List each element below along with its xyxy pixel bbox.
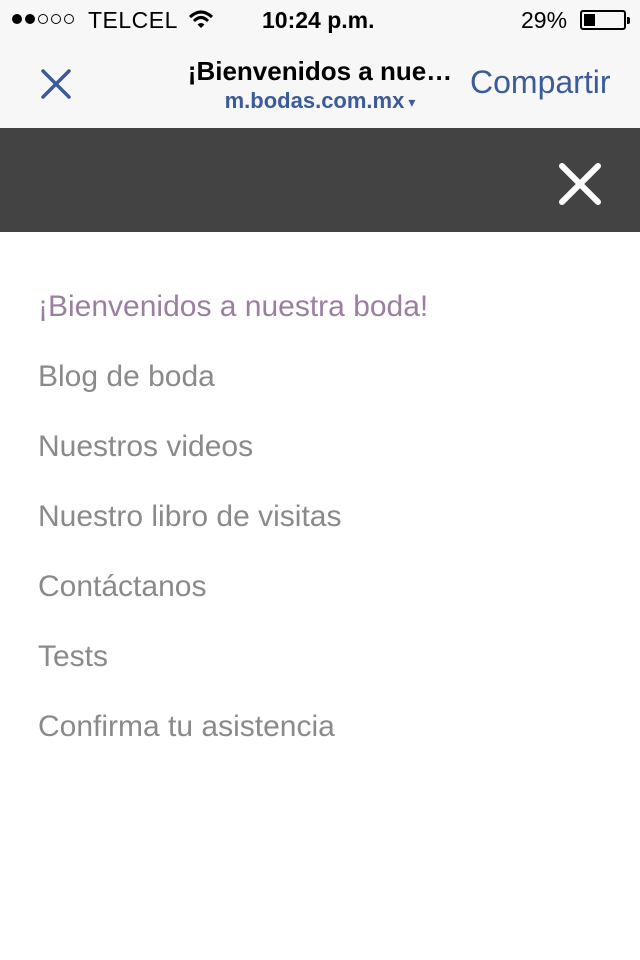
menu-item-blog[interactable]: Blog de boda: [38, 356, 428, 426]
share-button[interactable]: Compartir: [470, 64, 610, 101]
signal-dot: [38, 14, 48, 24]
browser-close-icon[interactable]: [36, 64, 76, 104]
chevron-down-icon: ▾: [408, 93, 416, 110]
battery-icon: [580, 10, 630, 30]
signal-strength-icon: [12, 14, 74, 24]
signal-dot: [25, 14, 35, 24]
browser-header: ¡Bienvenidos a nue… m.bodas.com.mx ▾ Comp…: [0, 40, 640, 128]
page-title: ¡Bienvenidos a nue…: [187, 56, 453, 86]
page-domain[interactable]: m.bodas.com.mx ▾: [160, 88, 480, 114]
menu-item-tests[interactable]: Tests: [38, 636, 428, 706]
menu-item-confirma[interactable]: Confirma tu asistencia: [38, 706, 428, 776]
menu-item-contactanos[interactable]: Contáctanos: [38, 566, 428, 636]
status-time: 10:24 p.m.: [262, 7, 375, 33]
menu-item-libro-visitas[interactable]: Nuestro libro de visitas: [38, 496, 428, 566]
menu-item-bienvenidos[interactable]: ¡Bienvenidos a nuestra boda!: [38, 286, 428, 356]
menu-item-videos[interactable]: Nuestros videos: [38, 426, 428, 496]
domain-text: m.bodas.com.mx: [224, 88, 405, 113]
signal-dot: [51, 14, 61, 24]
signal-dot: [12, 14, 22, 24]
wifi-icon: [188, 9, 214, 37]
menu-close-icon[interactable]: [556, 160, 604, 208]
carrier-name: TELCEL: [88, 7, 178, 33]
battery-level: [584, 14, 595, 26]
signal-dot: [64, 14, 74, 24]
status-bar: TELCEL 10:24 p.m. 29%: [0, 0, 640, 40]
navigation-menu: ¡Bienvenidos a nuestra boda! Blog de bod…: [38, 286, 428, 776]
battery-percentage: 29%: [521, 7, 568, 33]
menu-header-bar: [0, 128, 640, 232]
battery-tip: [627, 17, 630, 24]
